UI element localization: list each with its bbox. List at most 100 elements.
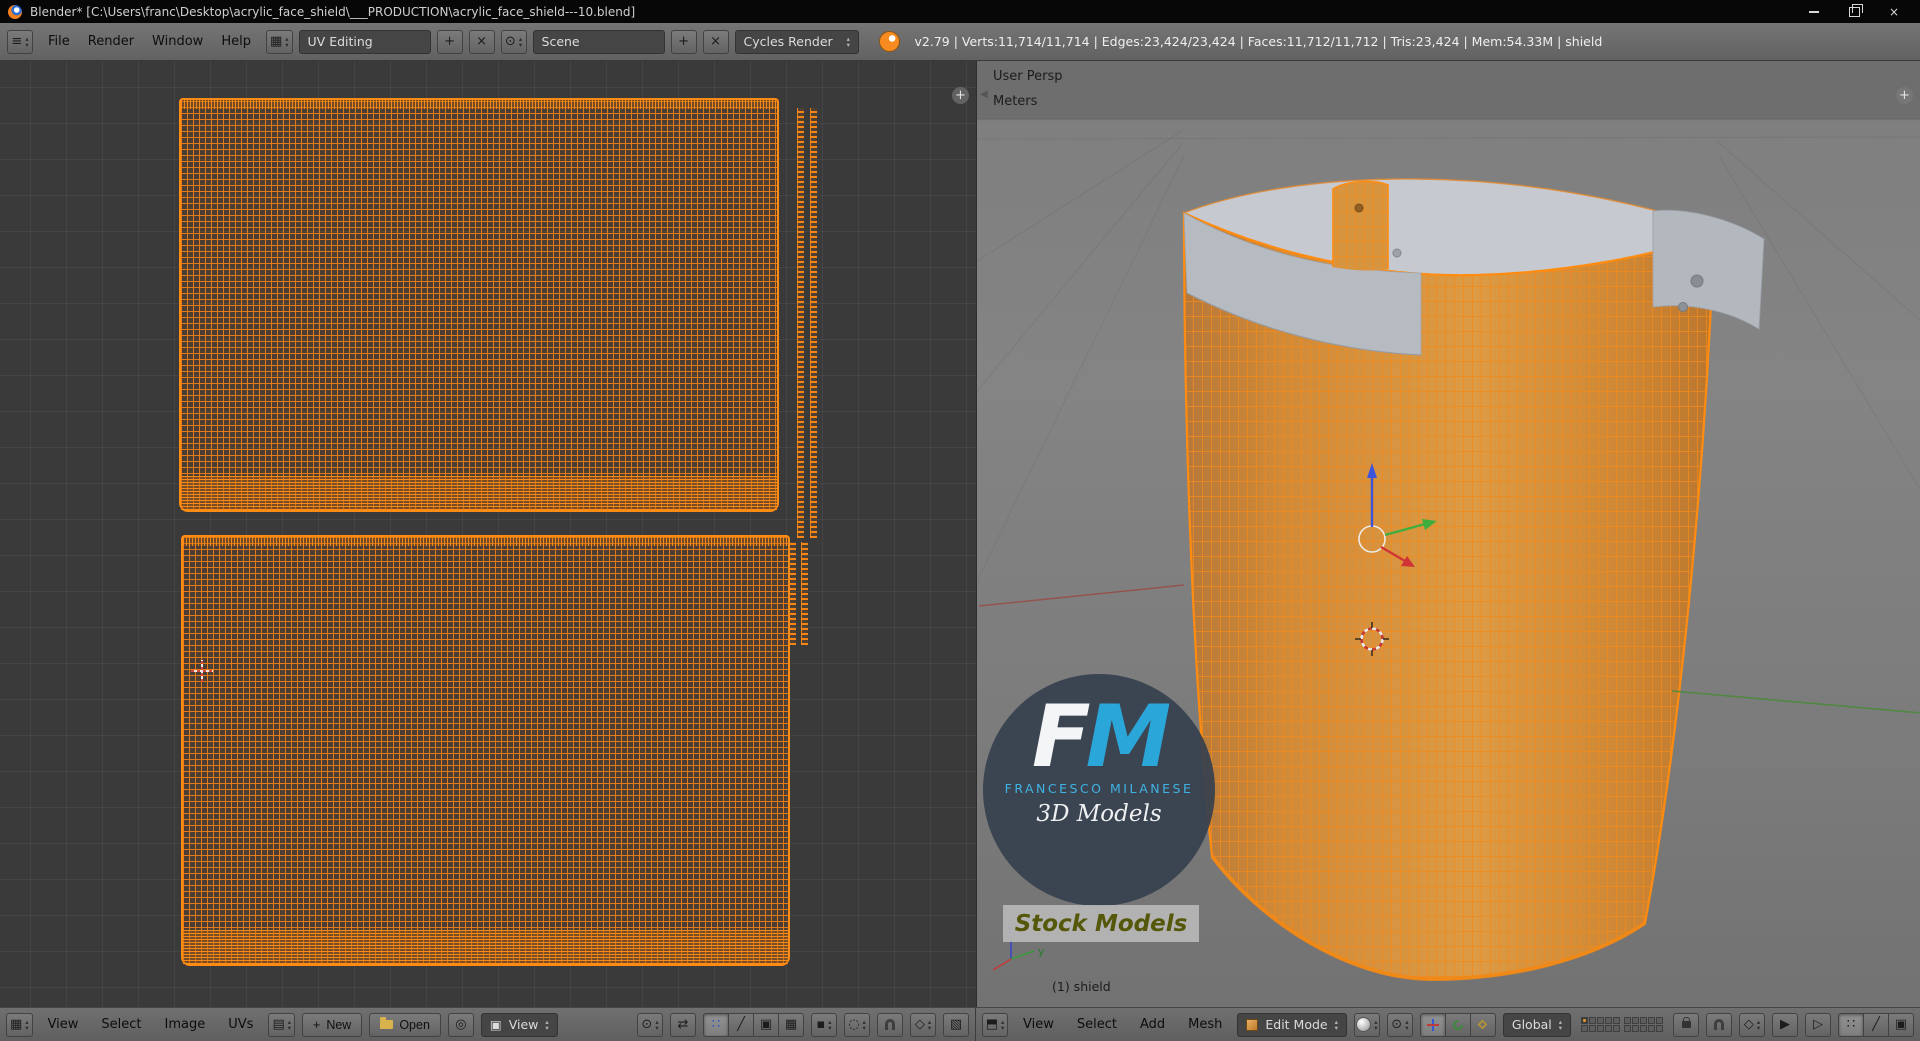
uv-strip[interactable] (797, 108, 804, 538)
layer-toggle[interactable] (1589, 1017, 1597, 1024)
uv-snap-magnet-button[interactable] (877, 1012, 903, 1037)
uv-island-select-button[interactable]: ▦ (778, 1012, 804, 1037)
layer-toggle[interactable] (1597, 1017, 1605, 1024)
minimize-button[interactable] (1796, 2, 1832, 22)
uv-menu-select[interactable]: Select (93, 1017, 149, 1032)
image-open-button[interactable]: Open (369, 1012, 441, 1037)
uv-sync-selection-button[interactable]: ⇄ (670, 1012, 696, 1037)
layer-toggle[interactable] (1605, 1025, 1613, 1032)
delete-layout-button[interactable]: × (468, 29, 495, 54)
uv-island-secondary[interactable] (181, 535, 790, 966)
uv-mode-dropdown[interactable]: ▣ View ▴ ▾ (480, 1012, 558, 1037)
uv-draw-other-objects-button[interactable]: ▧ (943, 1012, 969, 1037)
layer-toggle[interactable] (1656, 1017, 1664, 1024)
uv-menu-image[interactable]: Image (157, 1017, 214, 1032)
menu-window[interactable]: Window (143, 34, 212, 49)
uv-strip[interactable] (801, 542, 808, 645)
vertex-select-button[interactable]: ∷ (1838, 1012, 1865, 1037)
layer-toggle[interactable] (1613, 1017, 1621, 1024)
layer-toggle[interactable] (1624, 1017, 1632, 1024)
mesh-tab-wire (1333, 181, 1388, 271)
uv-face-select-button[interactable]: ▣ (753, 1012, 779, 1037)
opengl-render-button[interactable]: ▶ (1772, 1012, 1799, 1037)
translate-axes-icon (1426, 1018, 1439, 1031)
uv-editor-canvas[interactable]: + (0, 61, 976, 1007)
close-button[interactable]: × (1876, 2, 1912, 22)
screen-layout-dropdown[interactable]: UV Editing (298, 29, 431, 54)
layer-toggle[interactable] (1589, 1025, 1597, 1032)
layer-toggle[interactable] (1605, 1017, 1613, 1024)
image-browse-dropdown[interactable]: ▤ ▴ ▾ (268, 1012, 295, 1037)
manipulator-rotate-button[interactable] (1444, 1012, 1471, 1037)
uv-pivot-dropdown[interactable]: ⊙ ▴ ▾ (637, 1012, 663, 1037)
uv-menu-view[interactable]: View (40, 1017, 87, 1032)
viewport-editor-type-selector[interactable]: ⬒ ▴ ▾ (982, 1012, 1008, 1037)
layer-toggle[interactable] (1632, 1025, 1640, 1032)
3d-viewport-canvas[interactable]: z y User Persp Meters (1) shield ◀ + FM … (976, 61, 1920, 1007)
uv-island-main[interactable] (179, 98, 779, 512)
layer-toggle[interactable] (1581, 1025, 1589, 1032)
scene-dropdown[interactable]: Scene (532, 29, 665, 54)
menu-help[interactable]: Help (212, 34, 260, 49)
proportional-edit-dropdown[interactable]: ◌ ▴ ▾ (844, 1012, 870, 1037)
layer-toggle[interactable] (1648, 1025, 1656, 1032)
layer-toggle[interactable] (1597, 1025, 1605, 1032)
manipulator-translate-button[interactable] (1419, 1012, 1446, 1037)
axis-y-label: y (1038, 945, 1045, 958)
scene-icon-button[interactable]: ⊙ ▴ ▾ (500, 29, 527, 54)
menu-file[interactable]: File (39, 34, 79, 49)
viewport-shading-dropdown[interactable]: ▴ ▾ (1353, 1012, 1380, 1037)
layer-toggle[interactable] (1640, 1025, 1648, 1032)
pivot-center-dropdown[interactable]: ⊙ ▴ ▾ (1386, 1012, 1413, 1037)
region-collapse-icon[interactable]: ◀ (980, 89, 988, 100)
delete-scene-button[interactable]: × (702, 29, 729, 54)
menu-render[interactable]: Render (79, 34, 143, 49)
info-editor-type-selector[interactable]: ≡ ▴ ▾ (7, 29, 33, 54)
vp-menu-mesh[interactable]: Mesh (1180, 1017, 1230, 1032)
minimize-icon (1809, 10, 1819, 13)
add-scene-button[interactable]: + (670, 29, 697, 54)
opengl-render-anim-button[interactable]: ▷ (1805, 1012, 1832, 1037)
restore-icon (1848, 3, 1863, 17)
snap-magnet-button[interactable] (1706, 1012, 1733, 1037)
vp-menu-select[interactable]: Select (1069, 1017, 1125, 1032)
layer-toggle[interactable] (1613, 1025, 1621, 1032)
folder-icon (380, 1017, 394, 1029)
add-layout-button[interactable]: + (436, 29, 463, 54)
watermark-logo: FM FRANCESCO MILANESE 3D Models (983, 674, 1215, 906)
restore-button[interactable] (1836, 2, 1872, 22)
face-select-button[interactable]: ▣ (1888, 1012, 1915, 1037)
layer-toggle[interactable] (1640, 1017, 1648, 1024)
vp-menu-add[interactable]: Add (1132, 1017, 1173, 1032)
window-controls: × (1796, 2, 1912, 22)
layer-block-1 (1581, 1017, 1621, 1032)
snap-element-dropdown[interactable]: ◇ ▴ ▾ (1739, 1012, 1766, 1037)
uv-snap-element-dropdown[interactable]: ◇ ▴ ▾ (910, 1012, 936, 1037)
uv-editor-type-selector[interactable]: ▦ ▴ ▾ (6, 1012, 33, 1037)
uv-region-expand-icon[interactable]: + (952, 87, 969, 104)
uv-menu-uvs[interactable]: UVs (220, 1017, 261, 1032)
orientation-dropdown[interactable]: Global ▴ ▾ (1502, 1012, 1572, 1037)
uv-vertex-select-button[interactable]: ∷ (703, 1012, 729, 1037)
render-engine-dropdown[interactable]: Cycles Render ▴ ▾ (734, 29, 859, 54)
layer-toggle[interactable] (1632, 1017, 1640, 1024)
manipulator-scale-button[interactable] (1469, 1012, 1496, 1037)
edge-select-button[interactable]: ╱ (1863, 1012, 1890, 1037)
image-new-button[interactable]: + New (302, 1012, 363, 1037)
uv-2d-cursor[interactable] (191, 660, 213, 682)
layer-toggle[interactable] (1581, 1017, 1589, 1024)
screen-layout-icon-button[interactable]: ▦ ▴ ▾ (265, 29, 293, 54)
tab-hole (1354, 203, 1364, 213)
layer-toggle[interactable] (1656, 1025, 1664, 1032)
viewport-region-expand-icon[interactable]: + (1896, 87, 1913, 104)
uv-strip[interactable] (810, 108, 817, 538)
layer-toggle[interactable] (1624, 1025, 1632, 1032)
layer-toggle[interactable] (1648, 1017, 1656, 1024)
scene-lock-button[interactable] (1673, 1012, 1700, 1037)
pin-button[interactable]: ◎ (447, 1012, 474, 1037)
vp-menu-view[interactable]: View (1015, 1017, 1062, 1032)
sticky-selection-dropdown[interactable]: ▪ ▴ ▾ (811, 1012, 837, 1037)
mode-dropdown[interactable]: Edit Mode ▴ ▾ (1237, 1012, 1347, 1037)
uv-edge-select-button[interactable]: ╱ (728, 1012, 754, 1037)
uv-strip[interactable] (789, 542, 796, 645)
